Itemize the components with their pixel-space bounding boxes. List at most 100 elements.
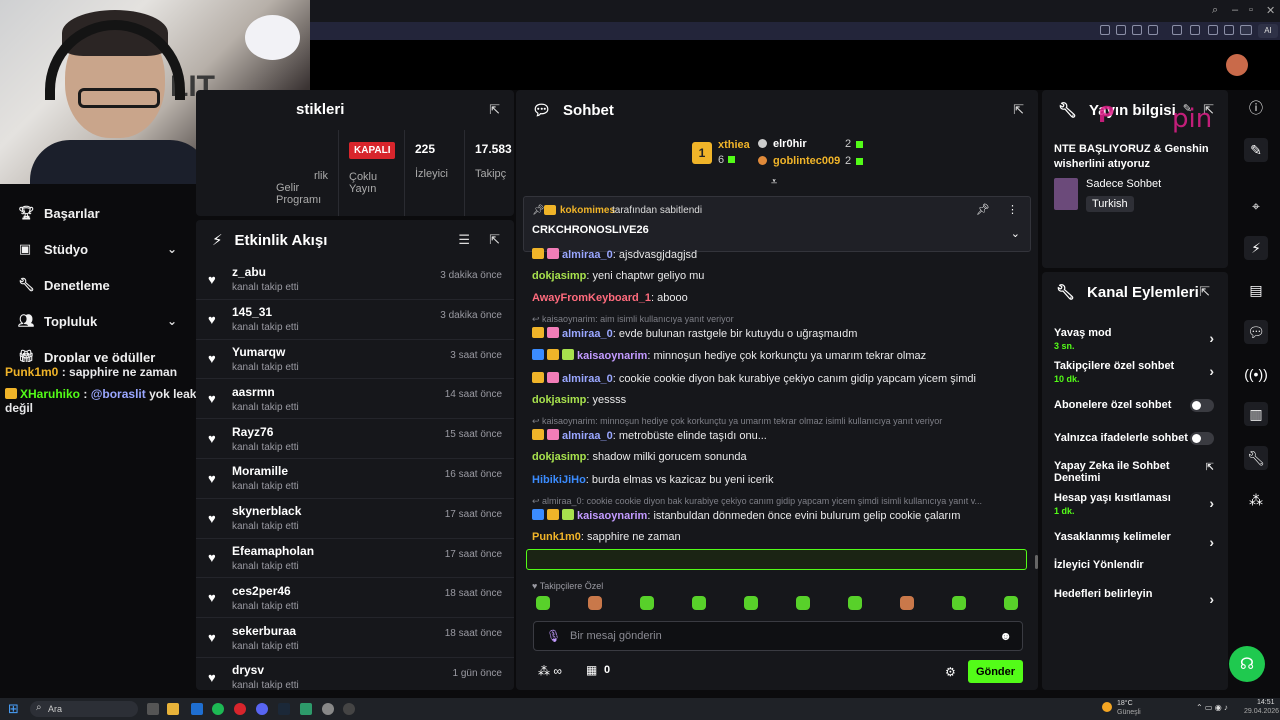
channel-action-row[interactable]: Hedefleri belirleyin › (1054, 588, 1218, 607)
mic-icon[interactable]: 🎙︎ (546, 629, 561, 643)
extension-icon[interactable] (1148, 25, 1158, 35)
chat-input[interactable]: 🎙︎ Bir mesaj gönderin ☻ (533, 621, 1023, 651)
channel-action-row[interactable]: Yapay Zeka ile Sohbet Denetimi ⇱ (1054, 460, 1218, 484)
channel-action-row[interactable]: Yasaklanmış kelimeler › (1054, 531, 1218, 550)
activity-row[interactable]: ♥ ces2per46 kanalı takip etti 18 saat önce (196, 578, 514, 619)
chat-username[interactable]: almiraa_0 (562, 249, 613, 261)
chat-message[interactable]: kaisaoynarim: minnoşun hediye çok korkun… (532, 349, 926, 362)
more-options-icon[interactable]: ⋮ (1007, 203, 1018, 216)
chat-username[interactable]: AwayFromKeyboard_1 (532, 292, 651, 304)
chat-message[interactable]: dokjasimp: shadow milki gorucem sonunda (532, 451, 747, 463)
chat-username[interactable]: HibikiJiHo (532, 474, 586, 486)
extension-icon[interactable] (1208, 25, 1218, 35)
channel-action-row[interactable]: Takipçilere özel sohbet 10 dk. › (1054, 360, 1218, 384)
channel-action-row[interactable]: İzleyici Yönlendir (1054, 559, 1218, 571)
layout-icon[interactable]: ▥ (1244, 402, 1268, 426)
activity-row[interactable]: ♥ sekerburaa kanalı takip etti 18 saat önce (196, 618, 514, 658)
chat-username[interactable]: dokjasimp (532, 270, 586, 282)
extension-icon[interactable] (1172, 25, 1182, 35)
chat-message[interactable]: Punk1m0: sapphire ne zaman (532, 531, 681, 543)
leaderboard-user[interactable]: goblintec009 (773, 155, 840, 167)
chat-message[interactable]: dokjasimp: yessss (532, 394, 626, 406)
emote-icon[interactable] (952, 596, 966, 610)
extension-icon[interactable] (1132, 25, 1142, 35)
store-icon[interactable]: ▦ (586, 663, 597, 677)
channel-action-row[interactable]: Abonelere özel sohbet (1054, 399, 1218, 412)
sidebar-item-community[interactable]: 👥︎ Topluluk ⌄ (0, 303, 195, 339)
leaderboard-user[interactable]: elr0hir (773, 138, 807, 150)
activity-row[interactable]: ♥ Efeamapholan kanalı takip etti 17 saat ön… (196, 539, 514, 579)
taskbar-search[interactable]: ⌕ Ara (30, 701, 138, 717)
users-icon[interactable]: ⁂ ∞ (538, 664, 562, 678)
app-icon[interactable] (343, 703, 355, 715)
file-explorer-icon[interactable] (167, 703, 179, 715)
chat-message[interactable]: almiraa_0: ajsdvasgjdagjsd (532, 248, 697, 261)
emote-icon[interactable] (1004, 596, 1018, 610)
profile-icon[interactable] (1224, 25, 1234, 35)
extension-icon[interactable] (1240, 25, 1252, 35)
popout-icon[interactable]: ⇱ (1013, 102, 1024, 118)
emote-icon[interactable] (848, 596, 862, 610)
popout-icon[interactable]: ⇱ (489, 102, 500, 118)
pinned-message[interactable]: 📌︎ kokomimes tarafından sabitlendi CRKCH… (523, 196, 1031, 252)
extension-icon[interactable] (1116, 25, 1126, 35)
chat-username[interactable]: almiraa_0 (562, 373, 613, 385)
sidebar-item-moderation[interactable]: 🔧︎ Denetleme (0, 267, 195, 303)
emote-icon[interactable] (744, 596, 758, 610)
chat-username[interactable]: kaisaoynarim (577, 510, 647, 522)
chat-username[interactable]: kaisaoynarim (577, 350, 647, 362)
activity-row[interactable]: ♥ z_abu kanalı takip etti 3 dakika önce (196, 260, 514, 300)
toggle-switch[interactable] (1190, 432, 1214, 445)
channel-action-row[interactable]: Yavaş mod 3 sn. › (1054, 327, 1218, 351)
channel-action-row[interactable]: Yalnızca ifadelerle sohbet (1054, 432, 1218, 445)
opera-icon[interactable] (234, 703, 246, 715)
emote-icon[interactable] (692, 596, 706, 610)
emote-icon[interactable] (640, 596, 654, 610)
send-button[interactable]: Gönder (968, 660, 1023, 683)
tray-icons[interactable]: ⌃ ▭ ◉ ♪ (1196, 703, 1228, 712)
extension-icon[interactable] (1100, 25, 1110, 35)
sidebar-item-studio[interactable]: ▣ Stüdyo ⌄ (0, 231, 195, 267)
discord-icon[interactable] (256, 703, 268, 715)
chat-message[interactable]: almiraa_0: metrobüste elinde taşıdı onu.… (532, 429, 767, 442)
close-icon[interactable]: ✕ (1266, 4, 1275, 17)
bolt-icon[interactable]: ⚡︎ (1244, 236, 1268, 260)
edit-icon[interactable]: ✎ (1244, 138, 1268, 162)
chat-username[interactable]: almiraa_0 (562, 328, 613, 340)
toggle-switch[interactable] (1190, 399, 1214, 412)
wrench-icon[interactable]: 🔧︎ (1244, 446, 1268, 470)
unpin-icon[interactable]: 📌︎ (976, 203, 990, 216)
chat-message[interactable]: almiraa_0: cookie cookie diyon bak kurab… (532, 372, 976, 385)
chat-message[interactable]: kaisaoynarim: istanbuldan dönmeden önce … (532, 509, 960, 522)
popout-icon[interactable]: ⇱ (489, 232, 500, 248)
channel-action-row[interactable]: Hesap yaşı kısıtlaması 1 dk. › (1054, 492, 1218, 516)
chat-message[interactable]: AwayFromKeyboard_1: abooo (532, 292, 688, 304)
chat-username[interactable]: dokjasimp (532, 451, 586, 463)
settings-gear-icon[interactable]: ⚙︎ (945, 665, 956, 679)
support-button[interactable]: ☊ (1229, 646, 1265, 682)
connections-icon[interactable]: ⁂ (1244, 488, 1268, 512)
chat-username[interactable]: dokjasimp (532, 394, 586, 406)
popout-icon[interactable]: ⇱ (1199, 284, 1210, 300)
filter-icon[interactable]: ☰ (458, 232, 470, 248)
maximize-icon[interactable]: ▫ (1249, 4, 1253, 16)
minimize-icon[interactable]: – (1232, 4, 1238, 16)
emote-icon[interactable] (588, 596, 602, 610)
chat-icon[interactable]: 💬︎ (1244, 320, 1268, 344)
chevron-down-icon[interactable]: ⌄ (1011, 227, 1020, 240)
chat-username[interactable]: Punk1m0 (532, 531, 581, 543)
activity-row[interactable]: ♥ Yumarqw kanalı takip etti 3 saat önce (196, 340, 514, 380)
emoji-icon[interactable]: ☻ (999, 629, 1012, 643)
notes-icon[interactable]: ▤ (1244, 278, 1268, 302)
broadcast-icon[interactable]: ((•)) (1244, 362, 1268, 386)
activity-row[interactable]: ♥ 145_31 kanalı takip etti 3 dakika önce (196, 300, 514, 340)
activity-row[interactable]: ♥ Moramille kanalı takip etti 16 saat önce (196, 459, 514, 499)
emote-icon[interactable] (796, 596, 810, 610)
task-view-icon[interactable] (147, 703, 159, 715)
ai-button[interactable]: AI (1258, 24, 1278, 38)
download-icon[interactable] (1190, 25, 1200, 35)
obs-icon[interactable] (322, 703, 334, 715)
expand-leaderboard-icon[interactable]: ⩡ (771, 176, 777, 189)
sidebar-item-achievements[interactable]: 🏆︎ Başarılar (0, 195, 195, 231)
emote-icon[interactable] (900, 596, 914, 610)
